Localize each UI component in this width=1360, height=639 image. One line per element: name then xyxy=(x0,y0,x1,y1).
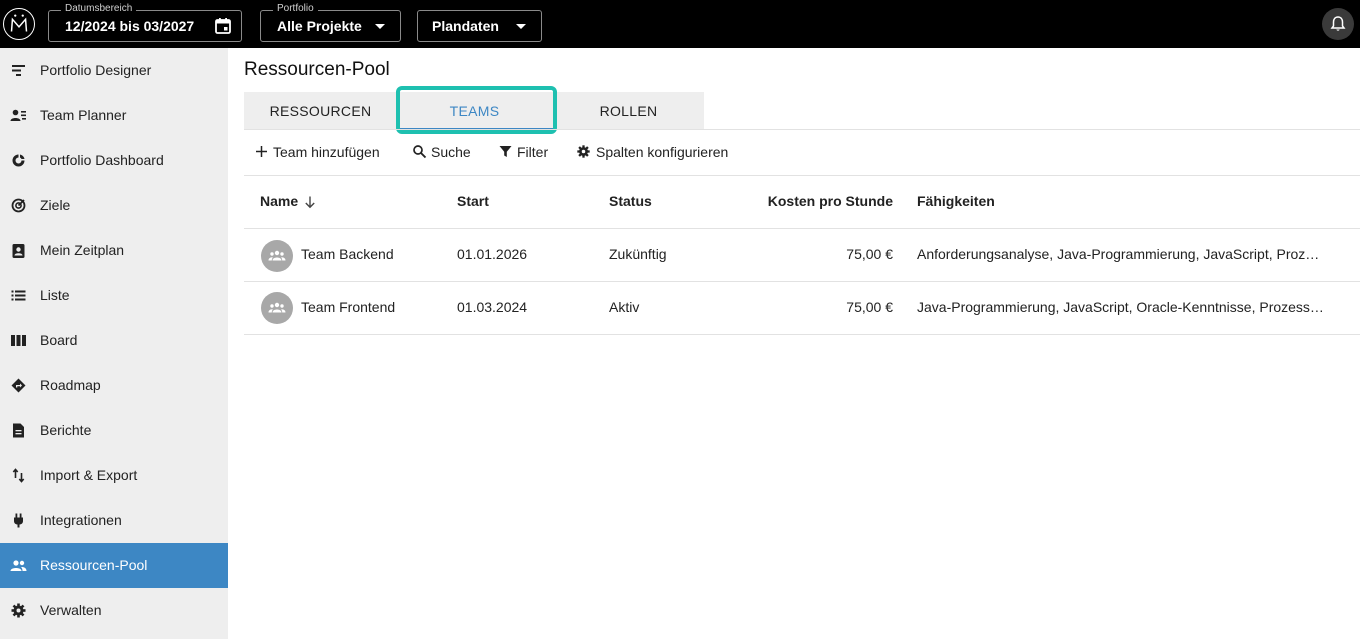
search-button[interactable]: Suche xyxy=(412,143,477,163)
team-start: 01.03.2024 xyxy=(457,299,528,315)
configure-columns-label: Spalten konfigurieren xyxy=(596,144,729,160)
sidebar-item-label: Integrationen xyxy=(40,512,122,528)
search-label: Suche xyxy=(431,144,471,160)
portfolio-value: Alle Projekte xyxy=(277,18,362,34)
sidebar-item-label: Ziele xyxy=(40,197,71,213)
sidebar-item-label: Portfolio Designer xyxy=(40,62,152,78)
configure-columns-button[interactable]: Spalten konfigurieren xyxy=(576,143,741,163)
page-title: Ressourcen-Pool xyxy=(244,59,390,80)
team-status: Zukünftig xyxy=(609,246,667,262)
column-header-skills[interactable]: Fähigkeiten xyxy=(917,193,995,209)
sidebar: Portfolio Designer Team Planner Portfoli… xyxy=(0,48,228,639)
top-bar: Datumsbereich 12/2024 bis 03/2027 Portfo… xyxy=(0,0,1360,48)
arrow-down-icon[interactable] xyxy=(303,195,317,209)
notifications-button[interactable] xyxy=(1322,8,1354,40)
sidebar-item-liste[interactable]: Liste xyxy=(0,273,228,318)
team-skills: Java-Programmierung, JavaScript, Oracle-… xyxy=(917,299,1324,315)
portfolio-legend: Portfolio xyxy=(273,3,318,15)
people-icon xyxy=(10,560,27,571)
divider xyxy=(244,281,1360,282)
logo-icon[interactable] xyxy=(3,8,35,40)
calendar-icon[interactable] xyxy=(214,17,232,35)
sidebar-item-label: Portfolio Dashboard xyxy=(40,152,164,168)
filter-icon xyxy=(499,146,512,157)
team-name[interactable]: Team Backend xyxy=(301,246,394,262)
sidebar-item-ressourcen-pool[interactable]: Ressourcen-Pool xyxy=(0,543,228,588)
group-icon xyxy=(268,302,286,313)
portfolio-designer-icon xyxy=(12,65,25,76)
sidebar-item-mein-zeitplan[interactable]: Mein Zeitplan xyxy=(0,228,228,273)
team-planner-icon xyxy=(10,109,26,121)
sidebar-item-board[interactable]: Board xyxy=(0,318,228,363)
divider xyxy=(244,129,1360,130)
tab-highlight-frame xyxy=(396,86,557,134)
team-skills: Anforderungsanalyse, Java-Programmierung… xyxy=(917,246,1320,262)
sidebar-item-berichte[interactable]: Berichte xyxy=(0,408,228,453)
column-header-start[interactable]: Start xyxy=(457,193,489,209)
sidebar-item-label: Ressourcen-Pool xyxy=(40,557,148,573)
portfolio-select[interactable]: Portfolio Alle Projekte xyxy=(260,3,401,42)
divider xyxy=(244,228,1360,229)
sidebar-item-label: Verwalten xyxy=(40,602,102,618)
board-icon xyxy=(11,335,26,346)
chevron-down-icon xyxy=(516,24,526,29)
tab-ressourcen[interactable]: RESSOURCEN xyxy=(244,92,397,130)
sidebar-item-label: Board xyxy=(40,332,78,348)
filter-button[interactable]: Filter xyxy=(498,143,554,163)
column-header-status[interactable]: Status xyxy=(609,193,652,209)
import-export-icon xyxy=(12,468,25,483)
plug-icon xyxy=(14,513,23,528)
roadmap-icon xyxy=(11,378,26,393)
sidebar-item-label: Team Planner xyxy=(40,107,127,123)
sidebar-item-label: Liste xyxy=(40,287,70,303)
filter-label: Filter xyxy=(517,144,549,160)
sidebar-item-label: Roadmap xyxy=(40,377,101,393)
schedule-icon xyxy=(12,244,25,258)
target-icon xyxy=(11,198,26,213)
team-start: 01.01.2026 xyxy=(457,246,528,262)
sidebar-item-import-export[interactable]: Import & Export xyxy=(0,453,228,498)
chevron-down-icon xyxy=(375,24,385,29)
sidebar-item-portfolio-dashboard[interactable]: Portfolio Dashboard xyxy=(0,138,228,183)
sidebar-item-roadmap[interactable]: Roadmap xyxy=(0,363,228,408)
data-mode-select[interactable]: Plandaten xyxy=(417,10,542,42)
date-range-value: 12/2024 bis 03/2027 xyxy=(65,18,195,34)
team-cost: 75,00 € xyxy=(846,246,893,262)
sidebar-item-label: Mein Zeitplan xyxy=(40,242,125,258)
gear-icon xyxy=(11,603,26,618)
bell-icon xyxy=(1330,16,1346,31)
column-header-cost[interactable]: Kosten pro Stunde xyxy=(740,193,893,209)
team-name[interactable]: Team Frontend xyxy=(301,299,395,315)
sidebar-item-integrationen[interactable]: Integrationen xyxy=(0,498,228,543)
add-team-button[interactable]: Team hinzufügen xyxy=(254,143,389,163)
column-header-name[interactable]: Name xyxy=(260,193,298,209)
sidebar-item-portfolio-designer[interactable]: Portfolio Designer xyxy=(0,48,228,93)
divider xyxy=(244,334,1360,335)
sidebar-item-verwalten[interactable]: Verwalten xyxy=(0,588,228,633)
tab-rollen[interactable]: ROLLEN xyxy=(552,92,705,130)
sidebar-item-label: Berichte xyxy=(40,422,92,438)
team-avatar xyxy=(261,292,293,324)
report-icon xyxy=(13,423,24,438)
date-range-picker[interactable]: Datumsbereich 12/2024 bis 03/2027 xyxy=(48,3,242,42)
data-mode-value: Plandaten xyxy=(432,18,499,34)
search-icon xyxy=(413,145,427,159)
group-icon xyxy=(268,250,286,261)
sidebar-item-label: Import & Export xyxy=(40,467,138,483)
add-team-label: Team hinzufügen xyxy=(273,144,380,160)
dashboard-icon xyxy=(12,154,25,167)
divider xyxy=(244,175,1360,176)
gear-icon xyxy=(577,145,590,158)
date-range-legend: Datumsbereich xyxy=(61,3,137,15)
sidebar-item-team-planner[interactable]: Team Planner xyxy=(0,93,228,138)
team-status: Aktiv xyxy=(609,299,640,315)
team-avatar xyxy=(261,240,293,272)
plus-icon xyxy=(256,146,267,157)
list-icon xyxy=(11,290,26,301)
team-cost: 75,00 € xyxy=(846,299,893,315)
sidebar-item-ziele[interactable]: Ziele xyxy=(0,183,228,228)
